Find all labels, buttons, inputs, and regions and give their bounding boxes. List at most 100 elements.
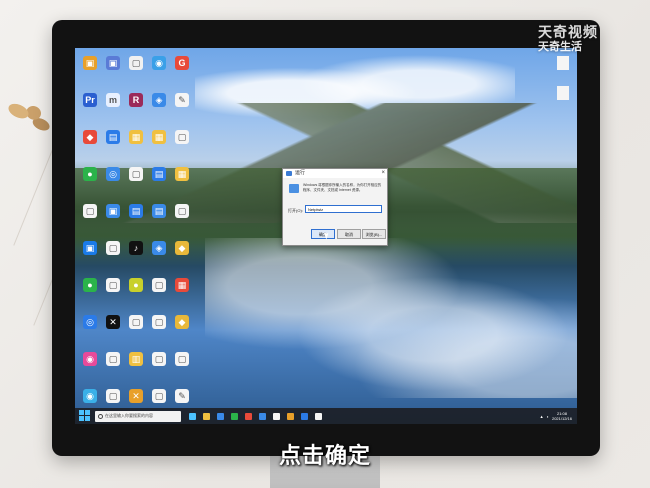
app-icon: ▢ (175, 130, 189, 144)
app-icon: ✎ (175, 93, 189, 107)
desktop-shortcut[interactable]: ◎ (103, 167, 123, 194)
desktop-shortcut[interactable]: Pr (80, 93, 100, 120)
desktop-file-icon[interactable] (554, 86, 572, 108)
desktop-shortcut[interactable]: ● (80, 167, 100, 194)
run-command-input[interactable]: Netplwiz (305, 205, 382, 213)
desktop-shortcut[interactable]: ▢ (149, 315, 169, 342)
taskbar-app-icon[interactable] (231, 412, 238, 420)
desktop-shortcut[interactable]: ▢ (103, 241, 123, 268)
desktop-shortcut[interactable]: ◆ (172, 241, 192, 268)
close-icon[interactable]: × (381, 169, 385, 178)
desktop-shortcut-label (147, 257, 171, 266)
app-icon: ▥ (129, 352, 143, 366)
desktop-shortcut[interactable]: ▢ (172, 130, 192, 157)
taskbar-app-icon[interactable] (259, 412, 266, 420)
app-icon: ▢ (152, 352, 166, 366)
search-icon (98, 413, 103, 419)
desktop-shortcut[interactable]: ▢ (149, 352, 169, 379)
taskbar-app-icon[interactable] (273, 412, 280, 420)
app-icon: ✕ (106, 315, 120, 329)
desktop-shortcut[interactable]: ▢ (172, 204, 192, 231)
desktop-shortcut[interactable]: ✕ (103, 315, 123, 342)
desktop-shortcut[interactable]: ▣ (103, 204, 123, 231)
desktop-shortcut[interactable]: ▢ (80, 204, 100, 231)
app-icon: ▦ (175, 278, 189, 292)
volume-icon[interactable]: ◖ (547, 414, 549, 419)
desktop-shortcut[interactable]: ▢ (103, 278, 123, 305)
desktop-shortcut[interactable]: G (172, 56, 192, 83)
desktop-shortcut[interactable]: ● (126, 278, 146, 305)
app-icon: ▤ (152, 204, 166, 218)
desktop-shortcut[interactable]: ▢ (172, 352, 192, 379)
taskbar-app-icon[interactable] (203, 412, 210, 420)
desktop-shortcut[interactable]: m (103, 93, 123, 120)
taskbar-search-box[interactable]: 在这里输入你要搜索的内容 (95, 410, 181, 422)
desktop-shortcut[interactable]: ▤ (149, 167, 169, 194)
desktop-shortcut[interactable]: ▤ (103, 130, 123, 157)
desktop-shortcut[interactable]: ◈ (149, 93, 169, 120)
desktop-shortcut[interactable]: ▢ (126, 167, 146, 194)
desktop-shortcut[interactable]: ◎ (80, 315, 100, 342)
desktop-shortcut-label (124, 368, 148, 377)
desktop-shortcut[interactable]: ◉ (80, 352, 100, 379)
ok-button[interactable]: 确定 (311, 229, 335, 239)
desktop-shortcut[interactable]: ▢ (149, 278, 169, 305)
desktop-shortcut[interactable]: ▥ (126, 352, 146, 379)
taskbar-app-icon[interactable] (315, 412, 322, 420)
desktop-shortcut-label (147, 72, 171, 81)
app-icon: ◈ (152, 241, 166, 255)
browse-button[interactable]: 浏览(B)... (362, 229, 386, 239)
desktop-shortcut-label (78, 146, 102, 155)
desktop-shortcut-label (170, 220, 194, 229)
taskbar-app-icon[interactable] (245, 412, 252, 420)
watermark-subtitle: 天奇生活 (538, 41, 582, 53)
app-icon: ▢ (106, 352, 120, 366)
desktop-shortcut-label (78, 257, 102, 266)
desktop-shortcut[interactable]: ◉ (149, 56, 169, 83)
desktop-shortcut-label (170, 72, 194, 81)
app-icon: ● (129, 278, 143, 292)
desktop-shortcut[interactable]: ◈ (149, 241, 169, 268)
desktop-shortcut[interactable]: ▤ (149, 204, 169, 231)
desktop-shortcut[interactable]: ▢ (126, 315, 146, 342)
desktop-shortcut-label (147, 331, 171, 340)
desktop-shortcut[interactable]: ▦ (172, 278, 192, 305)
desktop-shortcut[interactable]: ● (80, 278, 100, 305)
desktop-shortcut[interactable]: ▦ (149, 130, 169, 157)
taskbar-app-icon[interactable] (217, 412, 224, 420)
desktop-shortcut[interactable]: ♪ (126, 241, 146, 268)
desktop-shortcut[interactable]: ◆ (172, 315, 192, 342)
desktop-shortcut[interactable]: ◆ (80, 130, 100, 157)
taskbar-clock[interactable]: 21:08 2021/12/16 (552, 411, 572, 421)
network-icon[interactable]: ▲ (540, 414, 544, 419)
desktop-shortcut[interactable]: ▦ (126, 130, 146, 157)
app-icon: ▢ (152, 278, 166, 292)
desktop-shortcut[interactable]: ▢ (103, 352, 123, 379)
windows-start-icon[interactable] (79, 410, 91, 422)
desktop-shortcut[interactable]: ▣ (80, 56, 100, 83)
taskbar-app-icon[interactable] (189, 412, 196, 420)
app-icon: ▤ (129, 204, 143, 218)
desktop-shortcut[interactable]: ▣ (80, 241, 100, 268)
desktop-shortcut[interactable]: R (126, 93, 146, 120)
desktop-shortcut[interactable]: ▦ (172, 167, 192, 194)
desktop-shortcut-label (124, 220, 148, 229)
run-dialog-description: Windows 将根据你所输入的名称，为你打开相应的程序、文件夹、文档或 Int… (303, 183, 382, 192)
desktop-shortcut[interactable]: ▣ (103, 56, 123, 83)
app-icon: ▤ (106, 130, 120, 144)
app-icon: m (106, 93, 120, 107)
app-icon: ▢ (175, 352, 189, 366)
desktop-shortcut-label (78, 220, 102, 229)
desktop-shortcut[interactable]: ▤ (126, 204, 146, 231)
desktop-shortcut-label (78, 183, 102, 192)
taskbar-app-icon[interactable] (301, 412, 308, 420)
desktop-shortcut[interactable]: ✎ (172, 93, 192, 120)
cancel-button[interactable]: 取消 (337, 229, 361, 239)
desktop-shortcut[interactable]: ▢ (126, 56, 146, 83)
taskbar-app-icon[interactable] (287, 412, 294, 420)
desktop-file-icon[interactable] (554, 56, 572, 78)
app-icon: ▢ (83, 204, 97, 218)
run-dialog-title: 运行 (295, 170, 306, 176)
run-dialog: 运行 × Windows 将根据你所输入的名称，为你打开相应的程序、文件夹、文档… (282, 168, 388, 246)
desktop-shortcut-label (101, 257, 125, 266)
